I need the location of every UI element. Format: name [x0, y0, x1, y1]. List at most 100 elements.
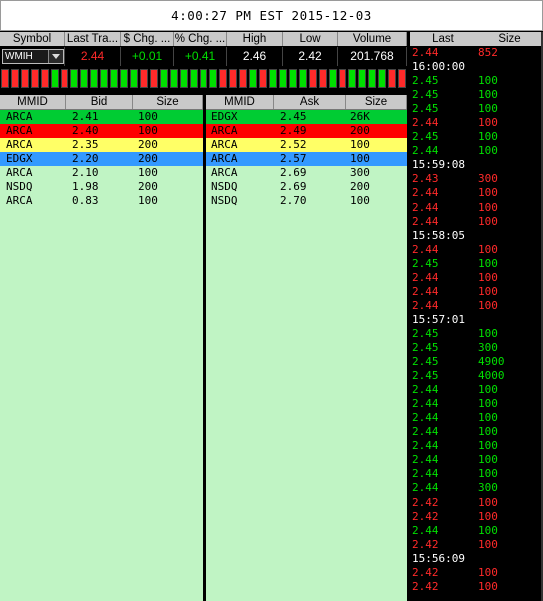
tns-trade-row: 2.44 100 [410, 453, 543, 467]
tns-price: 2.45 [412, 355, 439, 369]
book-row[interactable]: EDGX 2.45 26K [206, 110, 407, 124]
tns-col-size[interactable]: Size [476, 32, 543, 46]
tick-bar [328, 69, 337, 88]
tns-trade-row: 2.44 100 [410, 215, 543, 229]
tns-price: 2.45 [412, 256, 439, 270]
tns-price: 2.44 [412, 439, 439, 453]
tick-bar [159, 69, 168, 88]
tick-bar [229, 69, 238, 88]
tns-trade-row: 2.45 100 [410, 257, 543, 271]
symbol-value: WMIH [5, 51, 33, 62]
book-mmid: ARCA [6, 166, 33, 179]
col-header-last-trade[interactable]: Last Tra... [65, 32, 121, 46]
tns-trade-row: 2.44 100 [410, 201, 543, 215]
tick-bar [100, 69, 109, 88]
tns-trade-row: 2.42 100 [410, 566, 543, 580]
tns-trade-row: 2.45 100 [410, 74, 543, 88]
col-header-symbol[interactable]: Symbol [0, 32, 65, 46]
tns-price: 2.45 [412, 369, 439, 383]
tns-trade-row: 2.44 100 [410, 411, 543, 425]
col-header-dollar-change[interactable]: $ Chg. ... [121, 32, 174, 46]
tick-bar [348, 69, 357, 88]
tns-trade-row: 2.45 100 [410, 130, 543, 144]
col-header-low[interactable]: Low [283, 32, 338, 46]
tick-bar [358, 69, 367, 88]
tick-bar [40, 69, 49, 88]
tns-time: 15:58:05 [412, 228, 465, 242]
volume-value: 201.768 [338, 47, 407, 66]
tick-bar [239, 69, 248, 88]
tick-bar [249, 69, 258, 88]
tns-size: 100 [478, 579, 498, 593]
tns-price: 2.44 [412, 284, 439, 298]
tns-size: 300 [478, 481, 498, 495]
col-header-high[interactable]: High [227, 32, 283, 46]
book-row[interactable]: NSDQ 1.98 200 [0, 180, 203, 194]
tns-trade-row: 2.45 4900 [410, 355, 543, 369]
ask-col-mmid[interactable]: MMID [206, 95, 274, 109]
tns-size: 852 [478, 46, 498, 59]
quote-strip: Symbol Last Tra... $ Chg. ... % Chg. ...… [0, 32, 407, 66]
chevron-down-icon[interactable] [48, 50, 63, 63]
book-mmid: ARCA [211, 166, 238, 179]
book-row[interactable]: ARCA 2.10 100 [0, 166, 203, 180]
tick-bar [80, 69, 89, 88]
book-row[interactable]: ARCA 2.35 200 [0, 138, 203, 152]
book-row[interactable]: ARCA 2.69 300 [206, 166, 407, 180]
book-row[interactable]: ARCA 2.41 100 [0, 110, 203, 124]
book-price: 2.57 [280, 152, 307, 165]
tns-price: 2.43 [412, 172, 439, 186]
bid-col-size[interactable]: Size [133, 95, 203, 109]
book-size: 300 [350, 166, 370, 179]
book-mmid: ARCA [211, 152, 238, 165]
tick-bar [30, 69, 39, 88]
tns-trade-row: 2.45 4000 [410, 369, 543, 383]
tns-size: 100 [478, 383, 498, 397]
tick-bar [90, 69, 99, 88]
tns-price: 2.44 [412, 425, 439, 439]
tns-price: 2.42 [412, 495, 439, 509]
tns-price: 2.44 [412, 411, 439, 425]
book-price: 2.49 [280, 124, 307, 137]
book-row[interactable]: ARCA 2.57 100 [206, 152, 407, 166]
tns-trade-row: 2.44 100 [410, 271, 543, 285]
book-size: 100 [350, 152, 370, 165]
tns-price: 2.42 [412, 509, 439, 523]
tns-price: 2.44 [412, 116, 439, 130]
tick-bar [120, 69, 129, 88]
bid-rows: ARCA 2.41 100 ARCA 2.40 100 ARCA 2.35 200 EDGX 2.2… [0, 110, 203, 208]
tick-bar [209, 69, 218, 88]
book-row[interactable]: ARCA 2.52 100 [206, 138, 407, 152]
tns-size: 300 [478, 172, 498, 186]
tns-trade-row: 2.45 100 [410, 88, 543, 102]
ask-col-price[interactable]: Ask [274, 95, 346, 109]
book-row[interactable]: EDGX 2.20 200 [0, 152, 203, 166]
book-price: 0.83 [72, 194, 99, 207]
tns-time-row: 16:00:00 [410, 60, 543, 74]
bid-col-mmid[interactable]: MMID [0, 95, 66, 109]
tns-trade-row: 2.42 100 [410, 496, 543, 510]
book-row[interactable]: NSDQ 2.69 200 [206, 180, 407, 194]
dollar-change-value: +0.01 [121, 47, 174, 66]
col-header-percent-change[interactable]: % Chg. ... [174, 32, 227, 46]
tns-price: 2.45 [412, 102, 439, 116]
book-row[interactable]: NSDQ 2.70 100 [206, 194, 407, 208]
low-value: 2.42 [283, 47, 338, 66]
bid-col-price[interactable]: Bid [66, 95, 133, 109]
book-row[interactable]: ARCA 2.49 200 [206, 124, 407, 138]
tns-trade-row: 2.44 100 [410, 467, 543, 481]
tns-col-last[interactable]: Last [410, 32, 476, 46]
ask-col-size[interactable]: Size [346, 95, 407, 109]
percent-change-value: +0.41 [174, 47, 227, 66]
book-size: 200 [138, 152, 158, 165]
symbol-select[interactable]: WMIH [2, 49, 64, 64]
clock-bar: 4:00:27 PM EST 2015-12-03 [0, 0, 543, 31]
tns-size: 100 [478, 130, 498, 144]
book-row[interactable]: ARCA 0.83 100 [0, 194, 203, 208]
col-header-volume[interactable]: Volume [338, 32, 407, 46]
tns-trade-row: 2.45 300 [410, 341, 543, 355]
tns-price: 2.42 [412, 579, 439, 593]
book-size: 200 [138, 138, 158, 151]
book-mmid: ARCA [211, 138, 238, 151]
book-row[interactable]: ARCA 2.40 100 [0, 124, 203, 138]
